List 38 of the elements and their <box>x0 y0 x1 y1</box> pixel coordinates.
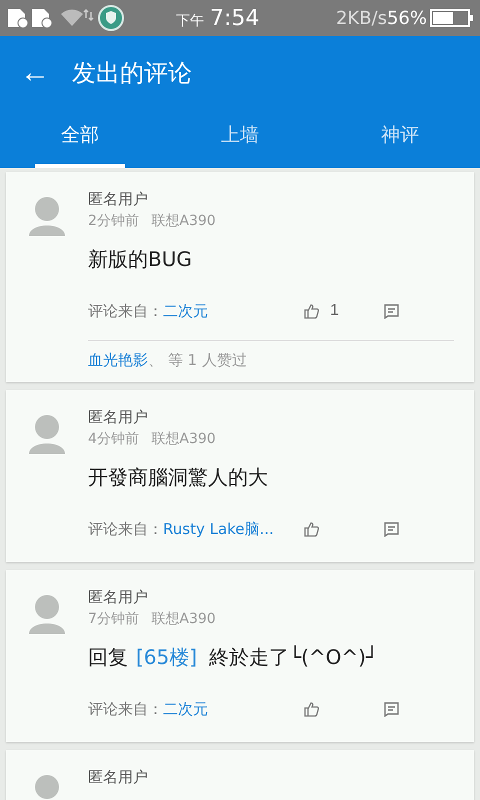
comment-text: 开發商腦洞驚人的大 <box>88 464 269 491</box>
status-time: 下午 7:54 <box>176 6 260 30</box>
comment-source: 评论来自：二次元 <box>88 700 209 718</box>
tab[interactable]: 全部 <box>61 110 99 164</box>
user-name: 匿名用户 <box>88 407 149 428</box>
battery-icon <box>430 9 474 27</box>
wifi-icon <box>60 8 94 28</box>
comment-text: 回复 [65楼] 終於走了└(^O^)┘ <box>88 644 380 671</box>
liked-by-text: 血光艳影、 等 1 人赞过 <box>88 350 248 371</box>
comment-meta: 2分钟前 联想A390 <box>88 212 217 231</box>
back-button[interactable]: ← <box>20 58 50 88</box>
tab[interactable]: 神评 <box>381 110 419 164</box>
like-button[interactable]: 1 <box>304 302 384 320</box>
battery-percent: 56% <box>386 8 427 28</box>
comment-meta: 7分钟前 联想A390 <box>88 610 217 629</box>
thumbs-up-icon <box>304 303 320 319</box>
avatar-icon <box>29 196 65 238</box>
thumbs-up-icon <box>304 701 320 717</box>
comment-source: 评论来自：二次元 <box>88 302 209 320</box>
network-speed: 2KB/s <box>336 8 387 28</box>
avatar-icon <box>29 414 65 456</box>
comment-icon <box>384 702 399 716</box>
reply-button[interactable] <box>384 304 399 318</box>
user-name: 匿名用户 <box>88 189 149 210</box>
comment-text: 新版的BUG <box>88 246 193 273</box>
user-name: 匿名用户 <box>88 587 149 608</box>
comment-icon <box>384 304 399 318</box>
user-name: 匿名用户 <box>88 767 149 788</box>
comment-meta: 4分钟前 联想A390 <box>88 430 217 449</box>
comment-source: 评论来自：Rusty Lake脑... <box>88 520 275 538</box>
comment-icon <box>384 522 399 536</box>
page-title: 发出的评论 <box>72 58 192 89</box>
shield-app-icon <box>98 5 124 31</box>
thumbs-up-icon <box>304 521 320 537</box>
tab[interactable]: 上墙 <box>221 110 259 164</box>
reply-button[interactable] <box>384 522 399 536</box>
avatar-icon <box>29 594 65 636</box>
reply-button[interactable] <box>384 702 399 716</box>
